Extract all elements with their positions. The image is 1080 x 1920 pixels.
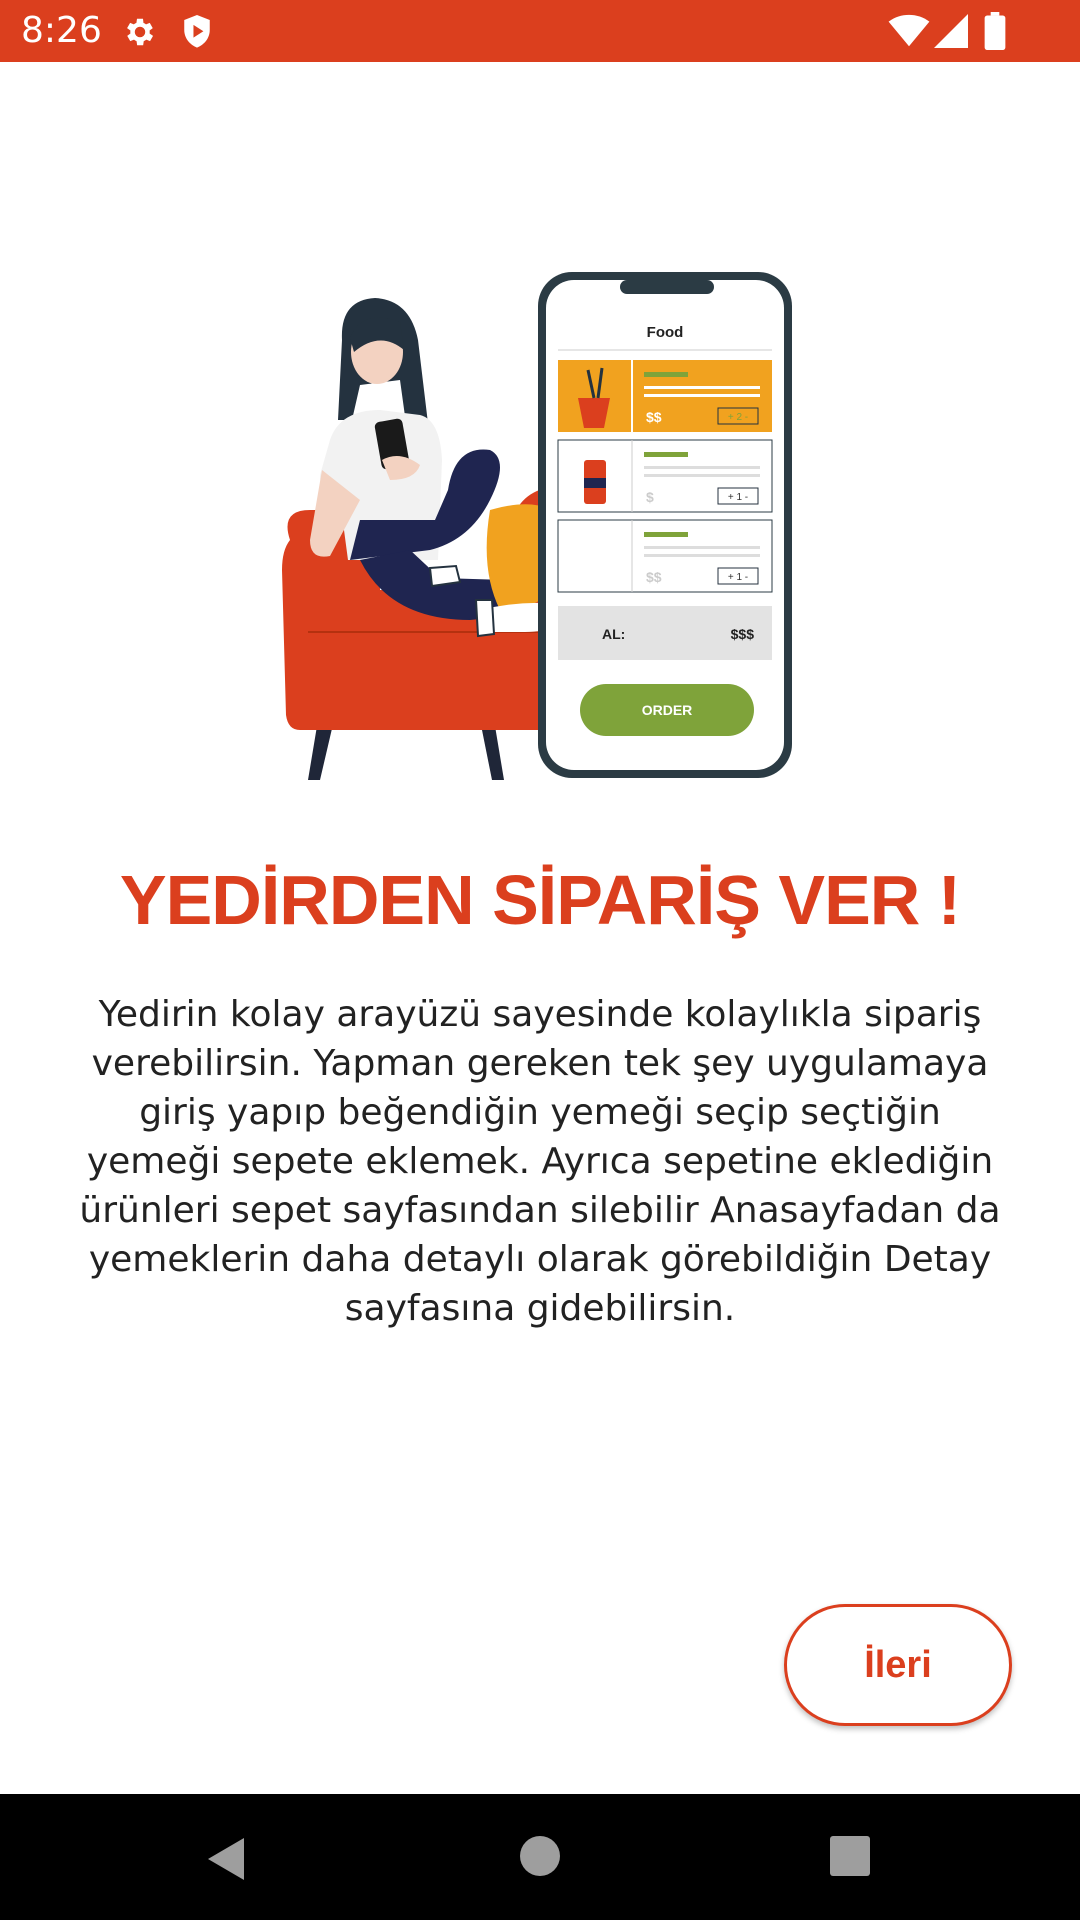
cell-signal-icon — [934, 14, 968, 48]
battery-icon — [984, 12, 1006, 50]
recents-icon[interactable] — [828, 1834, 872, 1878]
phone-title: Food — [647, 324, 684, 341]
description-text: Yedirin kolay arayüzü sayesinde kolaylık… — [79, 994, 1001, 1329]
status-bar: 8:26 — [0, 0, 1080, 62]
order-button-graphic: ORDER — [642, 702, 693, 718]
item-price: $ — [646, 489, 654, 505]
onboarding-illustration: Food $$ + 2 - $ + 1 - $$ + 1 - AL: $$$ O… — [282, 272, 792, 780]
item-price: $$ — [646, 409, 662, 425]
settings-gear-icon — [127, 18, 154, 46]
shield-play-icon — [184, 15, 210, 48]
item-qty: + 1 - — [728, 492, 748, 503]
page-title: YEDİRDEN SİPARİŞ VER ! — [119, 861, 961, 939]
home-icon[interactable] — [518, 1834, 562, 1878]
status-time: 8:26 — [21, 10, 102, 51]
navigation-bar — [0, 1794, 1080, 1920]
back-icon[interactable] — [202, 1834, 252, 1884]
phone-mockup: Food $$ + 2 - $ + 1 - $$ + 1 - AL: $$$ O… — [538, 272, 792, 778]
item-price: $$ — [646, 569, 662, 585]
wifi-icon — [888, 14, 930, 47]
item-qty: + 1 - — [728, 572, 748, 583]
total-value: $$$ — [731, 626, 755, 642]
total-label: AL: — [602, 626, 625, 642]
next-button[interactable]: İleri — [784, 1604, 1012, 1726]
item-qty: + 2 - — [728, 412, 748, 423]
